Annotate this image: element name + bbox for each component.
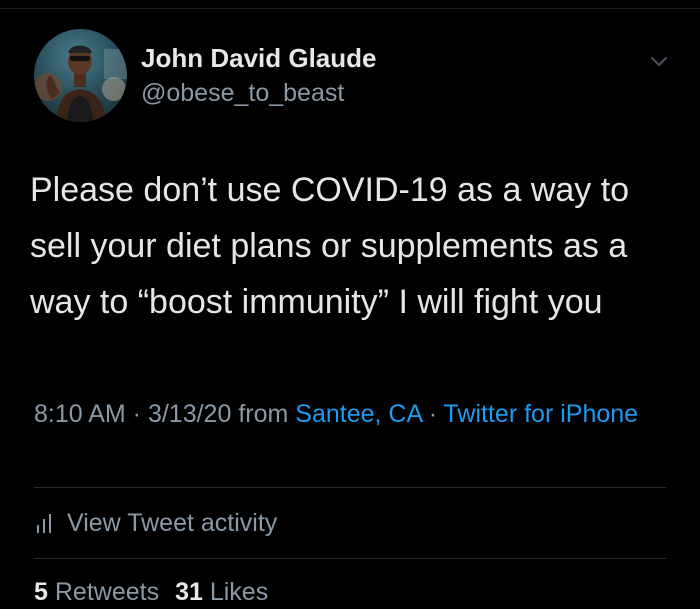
tweet-date[interactable]: 3/13/20 [148, 400, 231, 428]
likes-count: 31 [175, 578, 203, 606]
view-tweet-activity-label: View Tweet activity [67, 508, 278, 537]
author-display-name[interactable]: John David Glaude [141, 43, 377, 74]
tweet-time[interactable]: 8:10 AM [34, 400, 126, 428]
author-handle[interactable]: @obese_to_beast [141, 79, 344, 108]
view-tweet-activity-button[interactable]: View Tweet activity [34, 505, 277, 541]
client-link[interactable]: Twitter for iPhone [444, 400, 639, 428]
meta-separator: · [125, 400, 148, 428]
retweets-count: 5 [34, 578, 48, 606]
likes-stat[interactable]: 31 Likes [175, 578, 268, 606]
meta-separator: · [421, 400, 444, 428]
avatar[interactable] [34, 29, 127, 122]
tweet-meta: 8:10 AM · 3/13/20 from Santee, CA · Twit… [34, 396, 654, 432]
divider [34, 558, 666, 559]
location-link[interactable]: Santee, CA [295, 400, 421, 428]
tweet-text: Please don’t use COVID-19 as a way to se… [30, 171, 630, 321]
likes-label: Likes [209, 578, 269, 606]
from-label: from [231, 400, 296, 428]
chevron-down-icon[interactable] [648, 50, 670, 72]
tweet-stats: 5 Retweets 31 Likes [34, 578, 268, 607]
divider [34, 487, 666, 488]
retweets-stat[interactable]: 5 Retweets [34, 578, 159, 606]
retweets-label: Retweets [54, 578, 160, 606]
top-divider [0, 8, 700, 9]
avatar-photo [34, 45, 127, 122]
bar-chart-icon [37, 514, 51, 533]
